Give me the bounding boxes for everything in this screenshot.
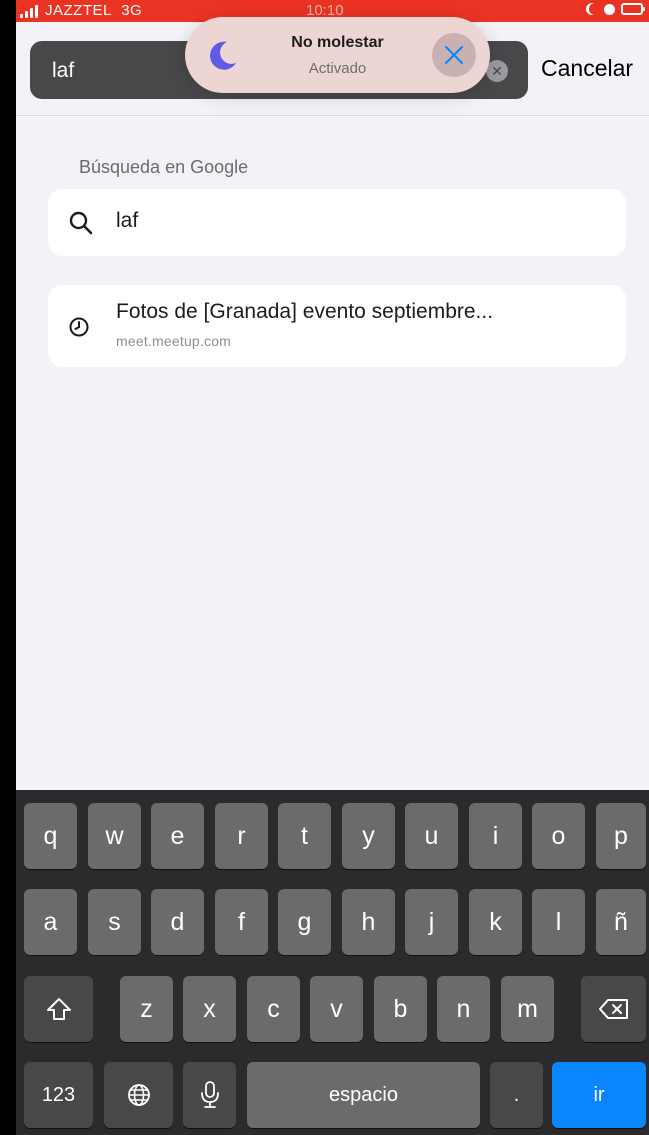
key-b[interactable]: b xyxy=(374,976,427,1042)
alarm-icon xyxy=(604,3,615,15)
section-title: Búsqueda en Google xyxy=(79,157,249,177)
shift-key[interactable] xyxy=(24,976,93,1042)
space-key[interactable]: espacio xyxy=(247,1062,480,1128)
dictation-key[interactable] xyxy=(183,1062,236,1128)
moon-icon xyxy=(589,3,601,15)
key-r[interactable]: r xyxy=(215,803,268,869)
cancel-button[interactable]: Cancelar xyxy=(541,55,633,82)
key-y[interactable]: y xyxy=(342,803,395,869)
key-v[interactable]: v xyxy=(310,976,363,1042)
clock-icon xyxy=(69,317,89,337)
key-g[interactable]: g xyxy=(278,889,331,955)
search-icon xyxy=(69,211,93,235)
numbers-key[interactable]: 123 xyxy=(24,1062,93,1128)
key-h[interactable]: h xyxy=(342,889,395,955)
period-key[interactable]: . xyxy=(490,1062,543,1128)
signal-icon xyxy=(20,4,38,18)
shift-icon xyxy=(46,998,71,1020)
key-j[interactable]: j xyxy=(405,889,458,955)
go-key[interactable]: ir xyxy=(552,1062,646,1128)
history-url: meet.meetup.com xyxy=(116,333,232,349)
key-l[interactable]: l xyxy=(532,889,585,955)
key-n[interactable]: n xyxy=(437,976,490,1042)
close-button[interactable] xyxy=(432,33,476,77)
battery-icon xyxy=(621,3,645,15)
suggestion-query: laf xyxy=(116,209,139,232)
key-q[interactable]: q xyxy=(24,803,77,869)
key-x[interactable]: x xyxy=(183,976,236,1042)
key-f[interactable]: f xyxy=(215,889,268,955)
delete-icon xyxy=(598,999,628,1019)
key-k[interactable]: k xyxy=(469,889,522,955)
key-m[interactable]: m xyxy=(501,976,554,1042)
globe-key[interactable] xyxy=(104,1062,173,1128)
history-suggestion[interactable]: Fotos de [Granada] evento septiembre... … xyxy=(48,285,626,367)
key-t[interactable]: t xyxy=(278,803,331,869)
key-o[interactable]: o xyxy=(532,803,585,869)
close-icon xyxy=(445,46,463,64)
keyboard: q w e r t y u i o p a s d f g h j k l ñ … xyxy=(16,790,649,1135)
key-z[interactable]: z xyxy=(120,976,173,1042)
screen: JAZZTEL 3G 10:10 laf ✕ Cancelar No moles… xyxy=(16,0,649,1135)
globe-icon xyxy=(127,1084,150,1106)
key-u[interactable]: u xyxy=(405,803,458,869)
delete-key[interactable] xyxy=(581,976,646,1042)
key-p[interactable]: p xyxy=(596,803,646,869)
key-d[interactable]: d xyxy=(151,889,204,955)
key-w[interactable]: w xyxy=(88,803,141,869)
key-a[interactable]: a xyxy=(24,889,77,955)
key-s[interactable]: s xyxy=(88,889,141,955)
search-suggestion[interactable]: laf xyxy=(48,189,626,256)
key-n-tilde[interactable]: ñ xyxy=(596,889,646,955)
history-title: Fotos de [Granada] evento septiembre... xyxy=(116,300,494,323)
status-indicators xyxy=(586,3,645,15)
carrier-label: JAZZTEL 3G xyxy=(45,2,143,19)
key-c[interactable]: c xyxy=(247,976,300,1042)
key-e[interactable]: e xyxy=(151,803,204,869)
key-i[interactable]: i xyxy=(469,803,522,869)
microphone-icon xyxy=(200,1081,219,1108)
search-input-value: laf xyxy=(52,59,75,82)
do-not-disturb-banner[interactable]: No molestar Activado xyxy=(185,17,490,93)
